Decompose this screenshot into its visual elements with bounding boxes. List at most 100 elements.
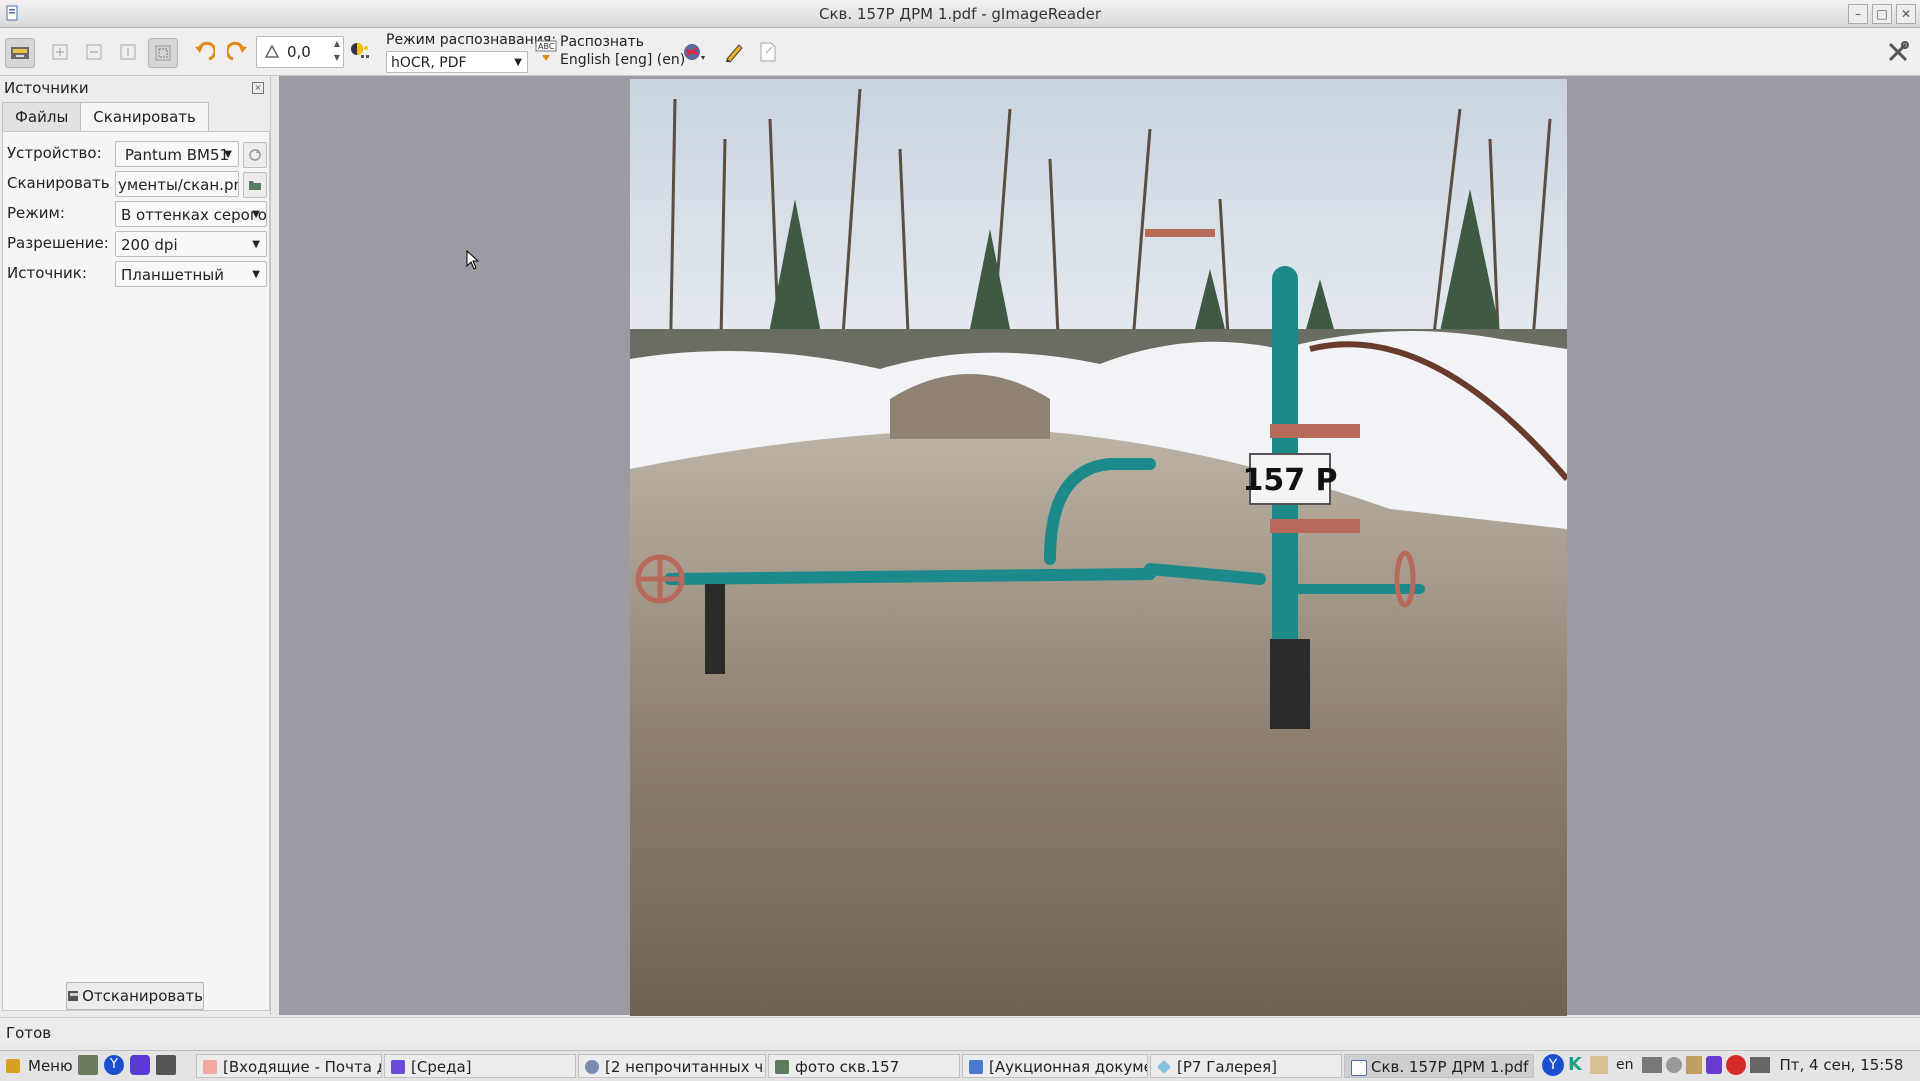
chevron-down-icon: ▼ (252, 269, 260, 280)
quick-launch: Y (78, 1055, 176, 1075)
mail-icon (203, 1060, 217, 1074)
main-toolbar: 0,0 ▲ ▼ Режим распознавания: hOCR, PDF ▼… (0, 28, 1920, 76)
document-image[interactable]: 157 P (630, 79, 1567, 1016)
rotate-right-icon[interactable] (224, 38, 252, 66)
browse-folder-button[interactable] (243, 172, 267, 198)
notification-icon[interactable] (1705, 1056, 1722, 1074)
folder-icon (249, 181, 261, 190)
tab-files[interactable]: Файлы (2, 102, 82, 132)
menu-icon (6, 1059, 20, 1073)
zoom-out-icon[interactable] (80, 38, 108, 66)
mode-value: В оттенках серого (121, 206, 267, 224)
volume-icon[interactable] (1665, 1057, 1682, 1073)
network-icon[interactable] (1641, 1057, 1662, 1073)
spin-up-icon[interactable]: ▲ (334, 39, 340, 48)
chevron-down-icon: ▼ (252, 209, 260, 220)
task-mail[interactable]: [Входящие - Почта д... (196, 1054, 382, 1078)
system-tray: Y K en Пт, 4 сен, 15:58 (1542, 1054, 1903, 1076)
spin-down-icon[interactable]: ▼ (334, 53, 340, 62)
messenger-icon[interactable] (130, 1055, 150, 1075)
sources-tabs: Файлы Сканировать (2, 102, 209, 132)
chevron-down-icon: ▼ (514, 57, 522, 68)
task-photos-folder[interactable]: фото скв.157 (768, 1054, 960, 1078)
task-sreda[interactable]: [Среда] (384, 1054, 576, 1078)
scan-to-value: ументы/скан.png (118, 176, 238, 194)
mouse-cursor-icon (466, 250, 480, 270)
close-button[interactable]: ✕ (1896, 4, 1916, 24)
sreda-icon (391, 1060, 405, 1074)
sources-title: Источники (4, 79, 89, 97)
image-controls-icon[interactable] (346, 38, 374, 66)
zoom-fit-icon[interactable] (148, 38, 178, 68)
source-value: Планшетный (121, 266, 224, 284)
well-sign-text: 157 P (1242, 463, 1337, 498)
refresh-icon (249, 149, 261, 161)
maximize-button[interactable]: □ (1872, 4, 1892, 24)
display-icon[interactable] (1749, 1057, 1770, 1073)
clipboard-icon[interactable] (1685, 1056, 1702, 1074)
device-label: Устройство: (7, 144, 102, 162)
wellhead-photo: 157 P (630, 79, 1567, 1016)
status-text: Готов (6, 1024, 52, 1042)
scan-to-field[interactable]: ументы/скан.png (115, 171, 239, 197)
sources-panel: Источники × Файлы Сканировать Устройство… (0, 76, 271, 1015)
postprocess-icon[interactable] (680, 38, 708, 66)
settings-tools-icon[interactable] (1884, 38, 1912, 66)
panel-close-icon[interactable]: × (252, 82, 264, 94)
zoom-original-icon[interactable] (114, 38, 142, 66)
device-select[interactable]: Pantum BM51 ▼ (115, 141, 239, 167)
tab-scan[interactable]: Сканировать (80, 102, 209, 132)
clock: Пт, 4 сен, 15:58 (1779, 1056, 1904, 1074)
recognition-language[interactable]: English [eng] (en) (560, 52, 685, 68)
refresh-devices-button[interactable] (243, 142, 267, 168)
file-manager-icon[interactable] (78, 1055, 98, 1075)
rotate-left-icon[interactable] (190, 38, 218, 66)
edit-output-icon[interactable] (720, 38, 748, 66)
device-value: Pantum BM51 (124, 146, 230, 164)
task-r7-gallery[interactable]: [Р7 Галерея] (1150, 1054, 1342, 1078)
keyboard-layout[interactable]: en (1616, 1057, 1634, 1073)
start-menu-button[interactable]: Меню (0, 1054, 74, 1078)
rotation-spinbox[interactable]: 0,0 ▲ ▼ (256, 36, 344, 68)
chevron-down-icon: ▼ (224, 149, 232, 160)
recognition-mode-value: hOCR, PDF (391, 55, 467, 71)
document-icon (969, 1060, 983, 1074)
task-chat[interactable]: [2 непрочитанных ч... (578, 1054, 766, 1078)
minimize-button[interactable]: – (1848, 4, 1868, 24)
source-select[interactable]: Планшетный ▼ (115, 261, 267, 287)
rotate-angle-icon (264, 44, 280, 58)
scan-button[interactable]: Отсканировать (66, 982, 204, 1010)
kaspersky-icon[interactable]: K (1568, 1054, 1586, 1076)
recognition-mode-select[interactable]: hOCR, PDF ▼ (386, 51, 528, 73)
app-icon (6, 5, 18, 21)
recognize-abc-icon[interactable]: ABC (532, 38, 560, 66)
svg-text:ABC: ABC (538, 42, 555, 51)
zoom-in-icon[interactable] (46, 38, 74, 66)
recognition-mode-label: Режим распознавания: (386, 32, 557, 48)
taskbar: Меню Y [Входящие - Почта д... [Среда] [2… (0, 1050, 1920, 1081)
yandex-browser-icon[interactable]: Y (104, 1055, 124, 1075)
resolution-label: Разрешение: (7, 234, 109, 252)
status-bar: Готов (0, 1017, 1920, 1046)
yandex-tray-icon[interactable]: Y (1542, 1054, 1564, 1076)
yandex-icon (585, 1060, 599, 1074)
mode-label: Режим: (7, 204, 65, 222)
update-icon[interactable] (1725, 1055, 1746, 1075)
notes-icon[interactable] (1590, 1056, 1608, 1074)
task-auction-doc[interactable]: [Аукционная докуме... (962, 1054, 1148, 1078)
gallery-icon (1156, 1059, 1172, 1075)
title-bar: Скв. 157Р ДРМ 1.pdf - gImageReader – □ ✕ (0, 0, 1920, 28)
scan-button-label: Отсканировать (82, 987, 203, 1005)
mode-select[interactable]: В оттенках серого ▼ (115, 201, 267, 227)
recognize-button[interactable]: Распознать (560, 34, 644, 50)
resolution-select[interactable]: 200 dpi ▼ (115, 231, 267, 257)
scan-to-label: Сканировать в: (7, 174, 129, 192)
sources-toggle-icon[interactable] (5, 38, 35, 68)
task-gimagereader[interactable]: Скв. 157Р ДРМ 1.pdf ... (1344, 1054, 1534, 1078)
document-icon[interactable] (754, 38, 782, 66)
calculator-icon[interactable] (156, 1055, 176, 1075)
rotation-value: 0,0 (287, 43, 311, 61)
folder-icon (775, 1060, 789, 1074)
scanner-icon (68, 991, 79, 1001)
scan-tab-content: Устройство: Pantum BM51 ▼ Сканировать в:… (2, 131, 270, 1011)
